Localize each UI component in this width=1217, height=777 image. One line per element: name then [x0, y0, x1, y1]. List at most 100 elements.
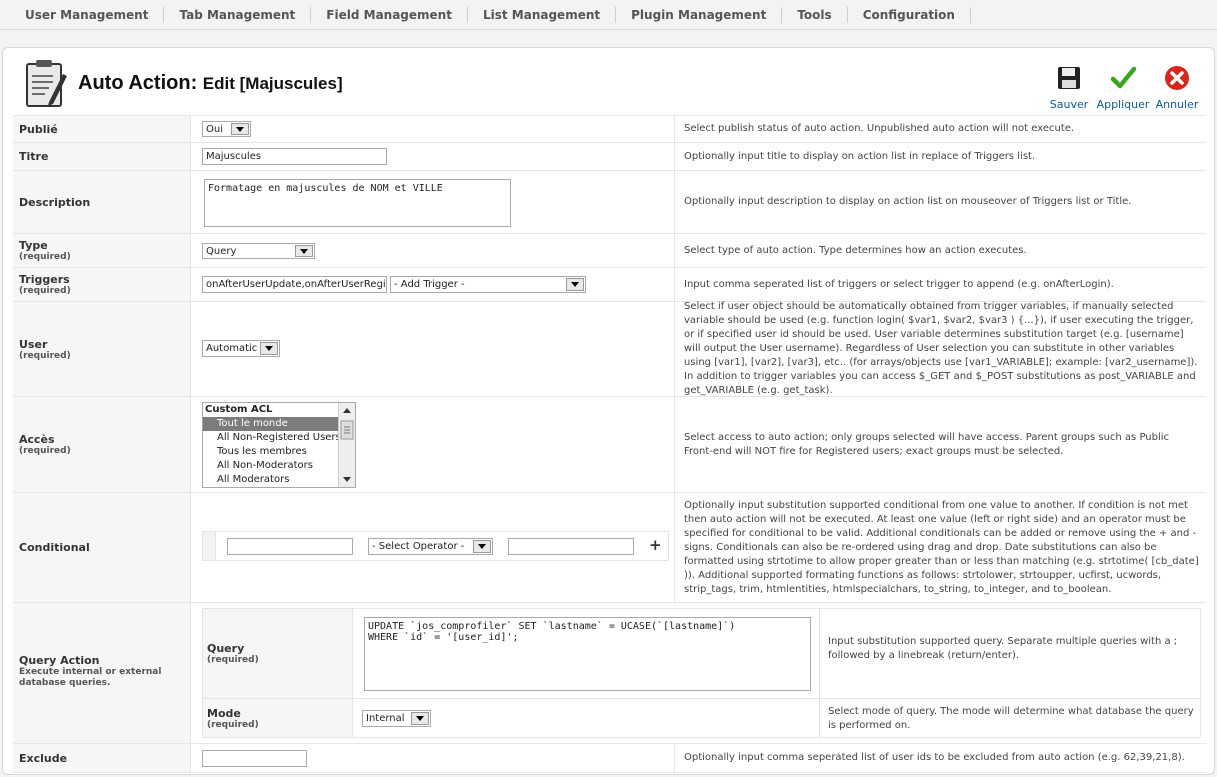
row-conditional: Conditional - Select Operator - + Option…	[13, 492, 1206, 602]
menu-plugin-management[interactable]: Plugin Management	[616, 7, 783, 23]
field-cell: Majuscules	[191, 143, 675, 170]
description-textarea[interactable]: Formatage en majuscules de NOM et VILLE	[204, 179, 511, 227]
conditional-left-input[interactable]	[227, 538, 353, 555]
access-option[interactable]: All Moderators	[203, 473, 355, 487]
description-desc: Optionally input description to display …	[684, 196, 1132, 207]
published-select[interactable]: Oui	[202, 121, 251, 137]
menu-configuration[interactable]: Configuration	[848, 7, 971, 23]
divider	[819, 699, 820, 737]
top-menu: User Management Tab Management Field Man…	[0, 0, 1217, 30]
menu-user-management[interactable]: User Management	[10, 7, 165, 23]
page-title: Auto Action: Edit [Majuscules]	[78, 72, 343, 95]
query-action-cell: Query (required) UPDATE `jos_comprofiler…	[191, 603, 1206, 743]
access-listbox[interactable]: Custom ACL Tout le monde All Non-Registe…	[202, 402, 356, 488]
access-label: Accès	[19, 433, 55, 446]
triggers-desc: Input comma seperated list of triggers o…	[684, 278, 1114, 290]
row-published: Publié Oui Select publish status of auto…	[13, 115, 1206, 142]
row-user: User (required) Automatic Select if user…	[13, 301, 1206, 396]
type-value: Query	[206, 245, 237, 257]
row-type: Type (required) Query Select type of aut…	[13, 233, 1206, 267]
mode-label-cell: Mode (required)	[203, 699, 353, 737]
scrollbar-arrows-icon	[340, 408, 354, 482]
field-cell: onAfterUserUpdate,onAfterUserRegistra - …	[191, 268, 675, 301]
mode-value: Internal	[366, 713, 405, 724]
row-label: Conditional	[13, 493, 191, 602]
menu-field-management[interactable]: Field Management	[311, 7, 468, 23]
chevron-down-icon	[566, 278, 584, 291]
access-option[interactable]: All Non-Registered Users	[203, 431, 355, 445]
add-trigger-select[interactable]: - Add Trigger -	[390, 276, 586, 293]
query-subrow: Query (required) UPDATE `jos_comprofiler…	[202, 608, 1201, 699]
query-label: Query	[207, 642, 245, 655]
edit-panel: Auto Action: Edit [Majuscules] Sauver Ap…	[2, 47, 1215, 775]
field-cell	[191, 744, 675, 772]
type-desc: Select type of auto action. Type determi…	[684, 244, 1027, 256]
row-label: Titre	[13, 143, 191, 170]
save-label: Sauver	[1049, 98, 1089, 111]
chevron-down-icon	[295, 245, 313, 257]
type-label: Type	[19, 239, 48, 252]
query-action-note: Execute internal or external database qu…	[19, 667, 162, 688]
row-label: Query Action Execute internal or externa…	[13, 603, 191, 743]
exclude-desc: Optionally input comma seperated list of…	[684, 752, 1185, 763]
row-label: Accès (required)	[13, 397, 191, 492]
menu-list-management[interactable]: List Management	[468, 7, 617, 23]
row-query-action: Query Action Execute internal or externa…	[13, 602, 1206, 743]
exclude-input[interactable]	[202, 750, 307, 767]
chevron-down-icon	[260, 342, 278, 355]
drag-handle[interactable]	[203, 532, 216, 560]
access-option-selected[interactable]: Tout le monde	[203, 417, 355, 431]
access-scrollbar[interactable]	[338, 403, 355, 487]
title-input[interactable]: Majuscules	[202, 148, 387, 165]
user-desc: Select if user object should be automati…	[684, 301, 1198, 396]
user-label: User	[19, 337, 48, 351]
row-label: Publié	[13, 116, 191, 142]
page-title-main: Auto Action:	[78, 72, 198, 94]
required-note: (required)	[19, 446, 71, 456]
field-cell: - Select Operator - +	[191, 493, 675, 602]
triggers-input[interactable]: onAfterUserUpdate,onAfterUserRegistra	[202, 276, 387, 293]
menu-tab-management[interactable]: Tab Management	[164, 7, 312, 23]
user-select[interactable]: Automatic	[202, 340, 280, 357]
apply-button[interactable]: Appliquer	[1096, 64, 1150, 112]
access-desc: Select access to auto action; only group…	[684, 431, 1170, 457]
required-note: (required)	[19, 350, 71, 361]
query-action-label: Query Action	[19, 654, 100, 667]
type-select[interactable]: Query	[202, 243, 315, 259]
row-description: Description Formatage en majuscules de N…	[13, 170, 1206, 233]
operator-value: - Select Operator -	[372, 541, 465, 552]
published-label: Publié	[19, 122, 58, 136]
add-conditional-button[interactable]: +	[649, 536, 662, 554]
access-option[interactable]: Tous les membres	[203, 445, 355, 459]
title-label: Titre	[19, 150, 49, 163]
user-value: Automatic	[206, 343, 258, 354]
query-label-cell: Query (required)	[203, 609, 353, 698]
field-cell: Custom ACL Tout le monde All Non-Registe…	[191, 397, 675, 492]
required-note: (required)	[19, 286, 71, 296]
conditional-right-input[interactable]	[508, 538, 634, 555]
row-label: Type (required)	[13, 234, 191, 267]
toolbar: Sauver Appliquer Annuler	[1042, 64, 1204, 112]
description-label: Description	[19, 195, 91, 209]
row-exclude: Exclude Optionally input comma seperated…	[13, 743, 1206, 773]
mode-select[interactable]: Internal	[362, 710, 431, 727]
divider	[819, 609, 820, 698]
cancel-icon	[1165, 66, 1189, 90]
save-button[interactable]: Sauver	[1042, 64, 1096, 112]
row-access: Accès (required) Custom ACL Tout le mond…	[13, 396, 1206, 492]
published-value: Oui	[206, 123, 223, 135]
mode-desc: Select mode of query. The mode will dete…	[828, 706, 1194, 731]
query-textarea[interactable]: UPDATE `jos_comprofiler` SET `lastname` …	[364, 617, 811, 691]
conditional-label: Conditional	[19, 541, 90, 554]
access-option[interactable]: All Non-Moderators	[203, 459, 355, 473]
title-desc: Optionally input title to display on act…	[684, 150, 1036, 162]
field-cell: Automatic	[191, 302, 675, 396]
menu-tools[interactable]: Tools	[782, 7, 848, 23]
conditional-desc: Optionally input substitution supported …	[684, 499, 1199, 595]
operator-select[interactable]: - Select Operator -	[368, 538, 493, 555]
cancel-button[interactable]: Annuler	[1150, 64, 1204, 112]
row-label: Exclude	[13, 744, 191, 772]
add-trigger-value: - Add Trigger -	[394, 279, 465, 290]
conditional-row[interactable]: - Select Operator - +	[202, 531, 669, 561]
access-option[interactable]: Custom ACL	[203, 403, 355, 417]
